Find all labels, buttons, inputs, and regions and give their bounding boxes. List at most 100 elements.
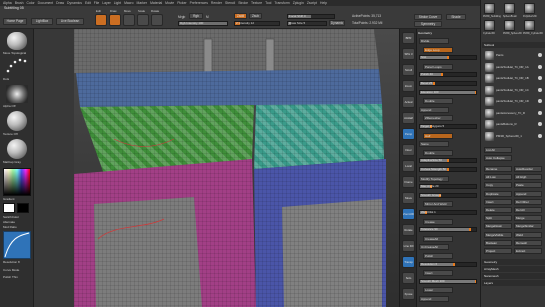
elevation-100-slider[interactable]: Elevation 100	[419, 89, 477, 95]
switch-color-label[interactable]: SwitchColor	[3, 215, 33, 219]
del-all-button[interactable]: Del All	[514, 207, 542, 213]
alpha-thumbnail[interactable]	[6, 85, 28, 103]
bevel-25-slider[interactable]: Bevel 25	[419, 81, 477, 86]
stroke-curve-button[interactable]: Stroke Curve	[414, 14, 442, 20]
slider-handle[interactable]	[441, 73, 444, 77]
curves-strength-50-slider[interactable]: Curves Strength 50	[419, 167, 477, 172]
target-polygons-5-slider[interactable]: Target Polygons 5	[419, 124, 477, 129]
insert-button[interactable]: Insert	[484, 198, 512, 205]
symmetry-button[interactable]: Symmetry	[414, 21, 442, 27]
shelf-button-persp[interactable]: Persp	[402, 128, 415, 140]
main-color-swatch[interactable]	[3, 203, 15, 213]
eye-icon[interactable]	[538, 64, 542, 69]
all-low-button[interactable]: All Low	[484, 174, 512, 181]
polish-40-slider[interactable]: Polish 40	[419, 72, 477, 78]
weld-button[interactable]: Weld	[514, 231, 542, 238]
modify-topology-button[interactable]: Modify Topology	[419, 175, 449, 182]
subtool-item[interactable]: pantsAccessory_Tri_R	[485, 108, 543, 118]
eye-icon[interactable]	[538, 76, 542, 80]
merge-button[interactable]: Merge	[514, 215, 542, 222]
material-thumbnail[interactable]	[7, 139, 27, 159]
append-button[interactable]: Append	[419, 296, 449, 302]
double-button[interactable]: Double	[423, 149, 453, 156]
delete-button[interactable]: Delete	[484, 207, 512, 213]
eye-icon[interactable]	[538, 110, 542, 115]
copy-button[interactable]: Copy	[484, 182, 512, 189]
slider-handle[interactable]	[475, 279, 476, 283]
eye-icon[interactable]	[538, 87, 542, 92]
shelf-button-aahalf[interactable]: AAHalf	[402, 112, 415, 124]
rotate-mode-button[interactable]	[151, 14, 163, 26]
slider-handle[interactable]	[447, 56, 449, 60]
smooth-mesh-100-slider[interactable]: Smooth Mesh 100	[419, 278, 477, 284]
max-angle-20-slider[interactable]: Max Angle 20	[419, 184, 477, 190]
tool-thumbnail[interactable]	[484, 3, 495, 14]
shelf-button-zoom3d[interactable]: Zoom3D	[402, 208, 415, 220]
double-button[interactable]: Double	[423, 98, 453, 105]
z-intensity-slider[interactable]: Z Intensity 12	[234, 21, 280, 26]
auto-collapse-button[interactable]: Auto Collapse	[484, 155, 512, 161]
eye-icon[interactable]	[538, 53, 542, 57]
slider-handle[interactable]	[469, 228, 472, 232]
tool-thumbnail[interactable]	[484, 20, 495, 31]
texture-thumbnail[interactable]	[7, 111, 27, 131]
brush-thumbnail[interactable]	[7, 32, 27, 50]
subtool-item[interactable]: pantsToolHat_Tri_DR_1D	[485, 97, 543, 106]
pants-model-render[interactable]	[34, 29, 399, 307]
rgb-intensity-slider[interactable]: Rgb Intensity 100	[178, 21, 228, 26]
slider-handle[interactable]	[447, 168, 449, 171]
geometry-section[interactable]: Geometry	[482, 259, 545, 265]
mergedown-button[interactable]: MergeDown	[484, 223, 512, 230]
rgb-button[interactable]: Rgb	[189, 13, 203, 19]
crease-button[interactable]: Crease	[423, 218, 453, 225]
eye-icon[interactable]	[538, 133, 542, 138]
split-button[interactable]: Split	[484, 215, 512, 222]
weld-dist-1-slider[interactable]: Weld Dist 1	[419, 210, 477, 215]
shelf-button-solo[interactable]: Solo	[402, 272, 415, 284]
lower-button[interactable]: Lower	[423, 287, 453, 294]
del-other-button[interactable]: Del Other	[514, 198, 542, 205]
smooth-groups-slider[interactable]: Smooth Groups	[419, 192, 477, 198]
uncreaseall-button[interactable]: UnCreaseAll	[419, 244, 449, 251]
tolerance-90-slider[interactable]: Tolerance 90	[419, 227, 477, 233]
tool-thumbnail[interactable]	[504, 3, 515, 14]
edit-mode-button[interactable]	[95, 14, 107, 26]
arraymesh-section[interactable]: ArrayMesh	[482, 266, 545, 272]
secondary-color-swatch[interactable]	[17, 203, 29, 213]
draw-size-slider[interactable]: Draw Size 5	[287, 21, 327, 26]
focal-shift-slider[interactable]: Focal Shift 0	[287, 14, 335, 19]
subtool-header[interactable]: Subtool	[482, 42, 545, 48]
nanomesh-section[interactable]: Nanomesh	[482, 273, 545, 279]
live-boolean-button[interactable]: Live Boolean	[56, 18, 84, 25]
zadd-button[interactable]: Zadd	[234, 13, 247, 19]
smt-slider[interactable]: Smt	[419, 55, 477, 61]
canvas-viewport[interactable]	[34, 29, 399, 307]
adaptivesize-50-slider[interactable]: AdaptiveSize 50	[419, 158, 477, 164]
mergesimilar-button[interactable]: MergeSimilar	[514, 223, 542, 230]
shelf-button-floor[interactable]: Floor	[402, 144, 415, 156]
tool-thumbnail[interactable]	[524, 20, 535, 31]
divide-button[interactable]: Divide	[419, 38, 449, 44]
append-button[interactable]: Append	[419, 106, 449, 113]
subtool-item[interactable]: pantsToolHat_Tri_DR_1B	[485, 74, 543, 83]
home-page-button[interactable]: Home Page	[3, 18, 27, 25]
subtool-item[interactable]: pantsToolHat_Tri_DR_1C	[485, 85, 543, 95]
project-button[interactable]: Project	[484, 248, 512, 254]
shelf-button-scroll[interactable]: Scroll	[402, 64, 415, 76]
tool-thumbnail[interactable]	[504, 20, 515, 31]
shelf-button-line-fill[interactable]: Line Fill	[402, 240, 415, 252]
shelf-button-bpr[interactable]: BPR	[402, 32, 415, 44]
shelf-button-rotate[interactable]: Rotate	[402, 224, 415, 236]
duplicate-button[interactable]: Duplicate	[484, 190, 512, 197]
subtool-item[interactable]: Pants	[485, 51, 543, 60]
color-picker[interactable]	[3, 168, 31, 196]
shade-button[interactable]: Shade	[446, 14, 466, 20]
shelf-button-zoom[interactable]: Zoom	[402, 80, 415, 92]
move-mode-button[interactable]	[123, 14, 135, 26]
slider-handle[interactable]	[447, 159, 449, 163]
zsub-button[interactable]: Zsub	[249, 13, 262, 19]
polish-button[interactable]: Polish	[423, 253, 453, 259]
boolean-button[interactable]: Boolean	[484, 239, 512, 246]
slider-handle[interactable]	[433, 82, 435, 85]
mergevisible-button[interactable]: MergeVisible	[484, 231, 512, 238]
